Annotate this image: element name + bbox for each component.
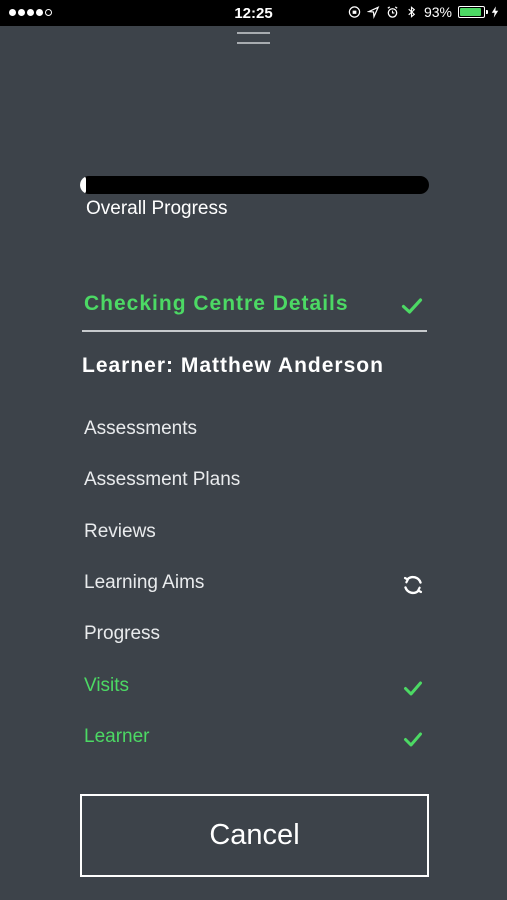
sync-item: Progress — [84, 619, 427, 649]
sync-item: Learning Aims — [84, 568, 427, 598]
section-title: Checking Centre Details — [84, 292, 349, 315]
cancel-button[interactable]: Cancel — [80, 794, 429, 877]
section-divider — [82, 330, 427, 332]
sync-item-label: Reviews — [84, 520, 156, 542]
check-icon — [401, 727, 425, 751]
orientation-lock-icon — [348, 6, 361, 18]
sync-item-label: Assessments — [84, 418, 197, 439]
battery-level — [460, 8, 482, 16]
bluetooth-icon — [408, 6, 416, 18]
status-bar: 12:25 93% — [0, 0, 507, 26]
sync-item: Assessment Plans — [84, 465, 427, 495]
sync-item: Learner — [84, 722, 427, 752]
sync-item-label: Learning Aims — [84, 571, 205, 593]
overall-progress-label: Overall Progress — [86, 198, 228, 219]
battery-icon — [458, 6, 488, 18]
charging-bolt-icon — [491, 6, 499, 18]
sync-item-label: Learner — [84, 725, 150, 747]
overall-progress-bar — [80, 176, 429, 194]
overall-progress-fill — [80, 176, 86, 194]
menu-handle-icon[interactable] — [237, 32, 270, 46]
location-arrow-icon — [366, 6, 380, 19]
sync-item-label: Visits — [84, 674, 130, 696]
check-icon — [401, 676, 425, 700]
check-icon — [401, 298, 423, 314]
sync-item-label: Progress — [84, 623, 161, 645]
sync-item: Visits — [84, 671, 427, 701]
alarm-icon — [387, 6, 398, 18]
sync-item-label: Assessment Plans — [84, 469, 241, 491]
loading-spinner-icon — [401, 573, 425, 597]
status-indicators: 93% — [348, 4, 499, 20]
sync-item: Reviews — [84, 517, 427, 547]
learner-title: Learner: Matthew Anderson — [82, 354, 384, 377]
sync-item: Assessments — [84, 414, 427, 444]
battery-percent: 93% — [423, 4, 452, 20]
